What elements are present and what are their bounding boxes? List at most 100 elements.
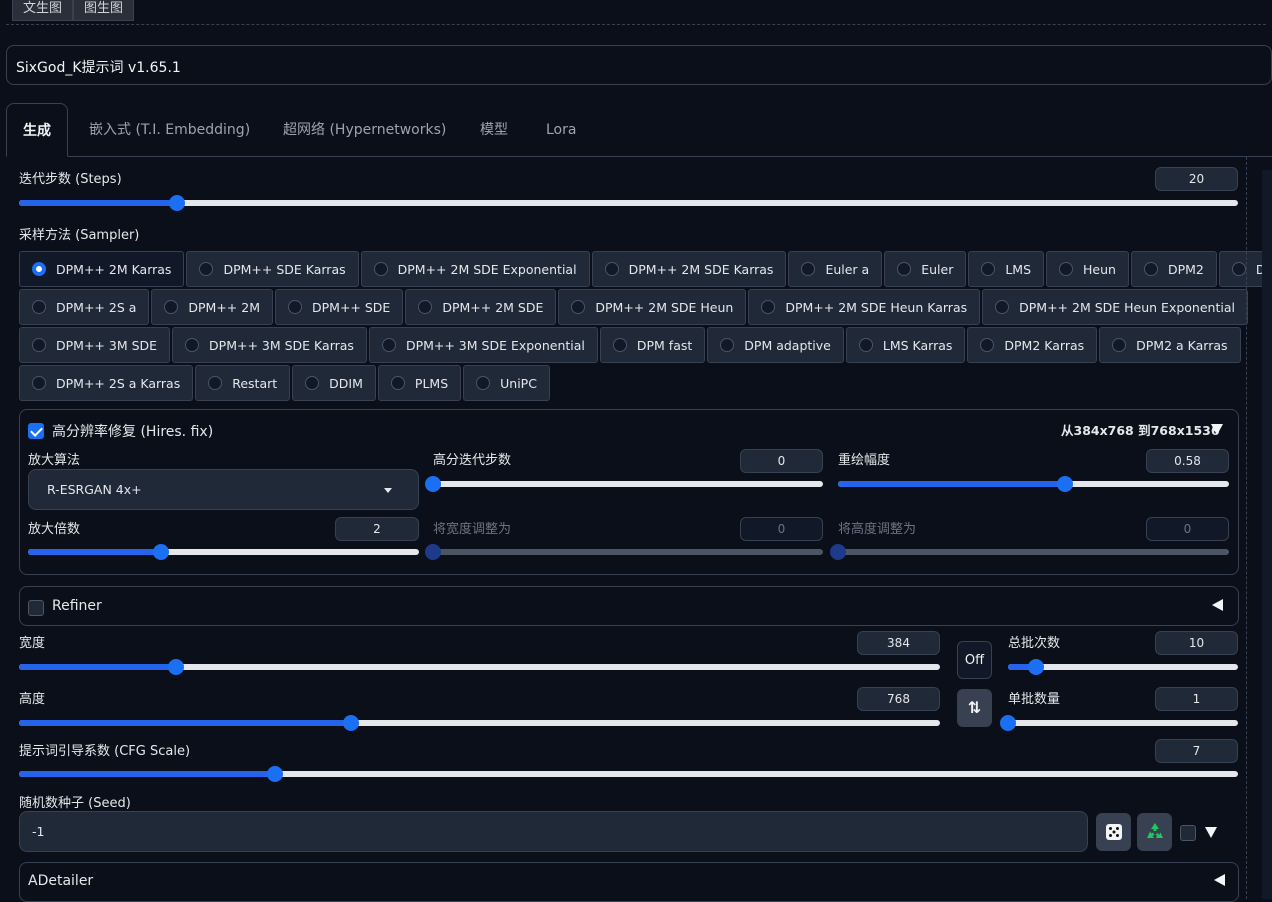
slider-thumb[interactable] (425, 544, 441, 560)
radio-icon (720, 338, 735, 352)
batch-count-slider[interactable] (1008, 659, 1238, 675)
slider-thumb[interactable] (266, 766, 283, 782)
sampler-option[interactable]: DPM++ 2M SDE Heun Exponential (982, 289, 1248, 325)
sampler-row: DPM++ 3M SDE DPM++ 3M SDE Karras DPM++ 3M … (19, 327, 1241, 365)
batch-count-input[interactable]: 10 (1155, 631, 1238, 655)
sampler-option[interactable]: DDIM (292, 365, 376, 401)
steps-slider[interactable] (19, 195, 1238, 211)
slider-thumb[interactable] (169, 195, 186, 211)
refiner-label: Refiner (52, 598, 102, 614)
width-input[interactable]: 384 (857, 631, 940, 655)
sampler-option[interactable]: DPM++ 2M SDE Heun (558, 289, 747, 325)
seed-input[interactable]: -1 (19, 811, 1088, 852)
sampler-option-label: DPM++ 2S a Karras (56, 375, 181, 391)
sampler-option[interactable]: DPM++ 2M SDE Heun Karras (748, 289, 981, 325)
tab-txt2img[interactable]: 文生图 (12, 0, 74, 21)
denoise-slider[interactable] (838, 476, 1229, 492)
hires-steps-label: 高分迭代步数 (433, 453, 512, 468)
hires-fix-checkbox[interactable] (28, 423, 44, 439)
slider-thumb[interactable] (425, 476, 441, 492)
sampler-option[interactable]: DPM++ 3M SDE Exponential (368, 327, 598, 363)
upscale-by-slider[interactable] (28, 544, 419, 560)
resize-height-input[interactable]: 0 (1146, 517, 1229, 541)
seed-extra-checkbox[interactable] (1180, 825, 1196, 841)
collapse-icon[interactable] (1211, 424, 1223, 435)
off-button[interactable]: Off (957, 641, 992, 679)
sampler-option[interactable]: DPM2 Karras (967, 327, 1098, 363)
slider-thumb[interactable] (1056, 476, 1073, 492)
sampler-option[interactable]: Euler a (788, 251, 883, 287)
upscale-by-input[interactable]: 2 (335, 517, 419, 541)
steps-number-input[interactable]: 20 (1155, 167, 1238, 191)
seed-label: 随机数种子 (Seed) (19, 796, 131, 811)
sampler-option[interactable]: DPM++ SDE (275, 289, 404, 325)
upscaler-dropdown[interactable]: R-ESRGAN 4x+ (28, 469, 419, 510)
sampler-option[interactable]: DPM++ 2S a (19, 289, 150, 325)
height-input[interactable]: 768 (857, 687, 940, 711)
sampler-option-label: UniPC (500, 375, 537, 391)
slider-thumb[interactable] (342, 715, 359, 731)
slider-thumb[interactable] (167, 659, 184, 675)
sampler-option[interactable]: DPM++ 3M SDE (19, 327, 171, 363)
sampler-option[interactable]: DPM++ 2M (151, 289, 273, 325)
tab-embedding[interactable]: 嵌入式 (T.I. Embedding) (89, 103, 250, 157)
sampler-option[interactable]: DPM2 (1130, 251, 1217, 287)
tab-generate[interactable]: 生成 (6, 103, 68, 157)
expand-icon[interactable] (1212, 599, 1223, 611)
hires-steps-slider[interactable] (425, 476, 823, 492)
batch-size-slider[interactable] (1000, 715, 1238, 731)
radio-icon (390, 376, 405, 390)
slider-thumb[interactable] (1027, 659, 1044, 675)
tab-models[interactable]: 模型 (480, 103, 508, 157)
cfg-slider[interactable] (19, 766, 1238, 782)
radio-icon (32, 338, 46, 352)
sampler-option[interactable]: DPM++ 2M Karras (19, 251, 185, 287)
resize-width-slider[interactable] (425, 544, 823, 560)
refiner-checkbox[interactable] (28, 600, 44, 616)
refiner-panel[interactable] (19, 586, 1239, 626)
batch-size-input[interactable]: 1 (1155, 687, 1238, 711)
tab-img2img[interactable]: 图生图 (73, 0, 135, 21)
random-seed-button[interactable] (1096, 813, 1131, 851)
sampler-label: 采样方法 (Sampler) (19, 228, 140, 243)
sampler-option[interactable]: DPM++ 2S a Karras (19, 365, 194, 401)
adetailer-panel[interactable] (19, 862, 1239, 902)
resize-height-slider[interactable] (830, 544, 1229, 560)
right-panel-edge (1262, 170, 1272, 899)
tab-lora[interactable]: Lora (546, 103, 576, 157)
extension-title-panel[interactable]: SixGod_K提示词 v1.65.1 (6, 45, 1272, 85)
sampler-option[interactable]: DPM++ 2M SDE Exponential (360, 251, 590, 287)
sampler-option[interactable]: DPM++ 2M SDE (405, 289, 557, 325)
width-slider[interactable] (19, 659, 940, 675)
hires-steps-input[interactable]: 0 (740, 449, 823, 473)
sampler-option[interactable]: DPM++ 3M SDE Karras (172, 327, 367, 363)
sampler-option[interactable]: Restart (195, 365, 291, 401)
tab-hypernetworks[interactable]: 超网络 (Hypernetworks) (283, 103, 446, 157)
sampler-option[interactable]: LMS Karras (845, 327, 966, 363)
sampler-option[interactable]: LMS (968, 251, 1045, 287)
sampler-option[interactable]: DPM2 a Karras (1099, 327, 1241, 363)
sampler-option[interactable]: DPM adaptive (707, 327, 844, 363)
sampler-option[interactable]: DPM++ 2M SDE Karras (591, 251, 787, 287)
denoise-input[interactable]: 0.58 (1146, 449, 1229, 473)
sampler-option-label: LMS Karras (882, 337, 953, 353)
swap-dimensions-icon[interactable]: ⇅ (957, 689, 992, 727)
sampler-option[interactable]: DPM++ SDE Karras (186, 251, 359, 287)
radio-icon (476, 376, 491, 390)
slider-thumb[interactable] (152, 544, 169, 560)
dropdown-arrow-icon[interactable] (1205, 827, 1217, 838)
sampler-option[interactable]: Euler (884, 251, 967, 287)
sampler-option[interactable]: UniPC (463, 365, 550, 401)
radio-icon (164, 300, 179, 314)
cfg-input[interactable]: 7 (1155, 739, 1238, 763)
column-divider (1246, 157, 1247, 899)
height-slider[interactable] (19, 715, 940, 731)
slider-thumb[interactable] (830, 544, 846, 560)
sampler-option[interactable]: DPM fast (599, 327, 706, 363)
slider-thumb[interactable] (1000, 715, 1016, 731)
expand-icon[interactable] (1214, 874, 1225, 886)
resize-width-input[interactable]: 0 (740, 517, 823, 541)
sampler-option[interactable]: PLMS (377, 365, 462, 401)
sampler-option[interactable]: Heun (1046, 251, 1129, 287)
reuse-seed-button[interactable] (1137, 813, 1172, 851)
